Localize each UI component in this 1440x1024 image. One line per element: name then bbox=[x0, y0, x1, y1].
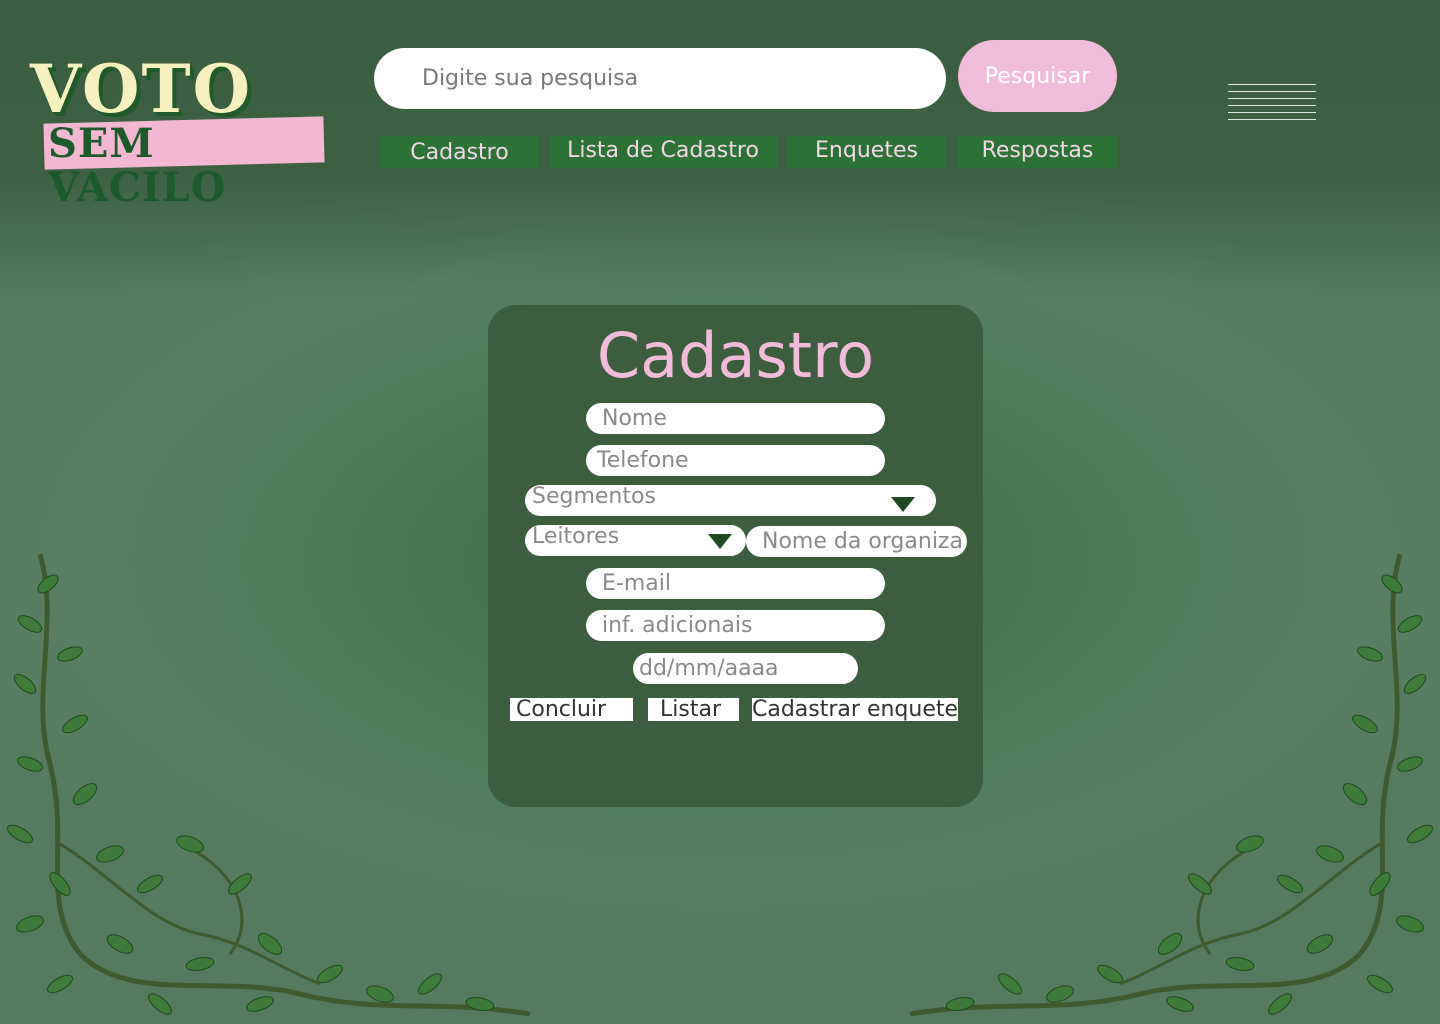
hamburger-menu-icon[interactable] bbox=[1228, 84, 1316, 122]
nav-enquetes[interactable]: Enquetes bbox=[787, 136, 946, 168]
listar-button[interactable]: Listar bbox=[648, 698, 739, 721]
form-title: Cadastro bbox=[596, 319, 875, 392]
telefone-field[interactable]: Telefone bbox=[586, 445, 885, 476]
left-vine-icon bbox=[7, 553, 531, 1017]
segmentos-label: Segmentos bbox=[532, 485, 656, 509]
nav-respostas[interactable]: Respostas bbox=[958, 136, 1117, 168]
nav-lista-cadastro[interactable]: Lista de Cadastro bbox=[549, 136, 777, 168]
search-input[interactable] bbox=[374, 48, 946, 109]
search-button[interactable]: Pesquisar bbox=[958, 40, 1117, 112]
logo-subtitle: SEM VACILO bbox=[48, 120, 227, 211]
nav-cadastro[interactable]: Cadastro bbox=[380, 136, 539, 168]
logo-title: VOTO bbox=[30, 50, 253, 128]
leitores-label: Leitores bbox=[532, 525, 620, 549]
logo[interactable]: VOTO SEM VACILO bbox=[28, 50, 328, 210]
leitores-dropdown-icon[interactable] bbox=[708, 534, 732, 549]
right-vine-icon bbox=[909, 553, 1433, 1017]
nome-field[interactable]: Nome bbox=[586, 403, 885, 434]
info-adicional-field[interactable]: inf. adicionais bbox=[586, 610, 885, 641]
date-field[interactable]: dd/mm/aaaa bbox=[633, 653, 858, 684]
segmentos-dropdown-icon[interactable] bbox=[891, 497, 915, 512]
email-field[interactable]: E-mail bbox=[586, 568, 885, 599]
segmentos-select[interactable]: Segmentos bbox=[525, 485, 936, 516]
